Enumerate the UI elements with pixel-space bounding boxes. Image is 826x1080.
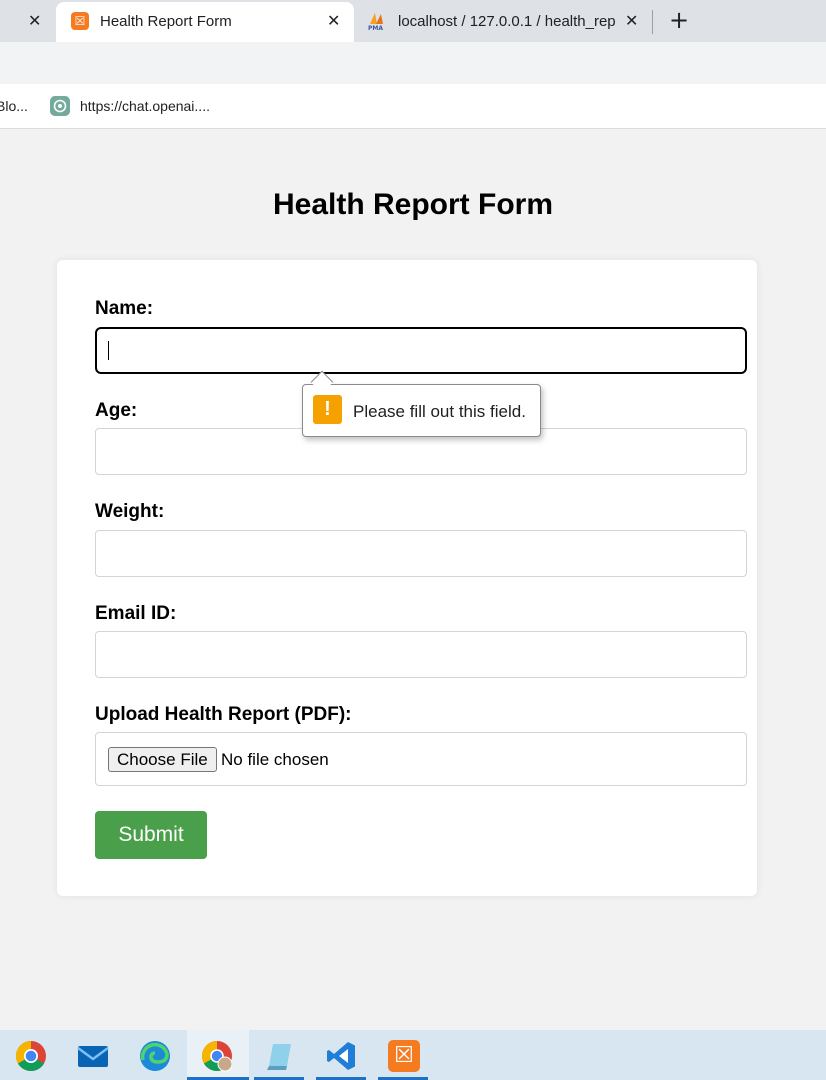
address-toolbar (0, 42, 826, 84)
bookmark-blog[interactable]: Blo... (0, 98, 28, 114)
file-status-text: No file chosen (221, 750, 329, 769)
email-input[interactable] (95, 631, 747, 678)
warning-icon: ! (313, 395, 342, 424)
tab-separator (652, 10, 653, 34)
close-tab-icon[interactable]: ✕ (327, 11, 340, 31)
bookmark-chatgpt[interactable]: https://chat.openai.... (80, 98, 210, 114)
upload-label: Upload Health Report (PDF): (95, 704, 352, 725)
tab-health-report-form[interactable]: ☒ Health Report Form ✕ (56, 2, 354, 42)
xampp-icon[interactable]: ☒ (388, 1040, 420, 1072)
tab-strip: ✕ ☒ Health Report Form ✕ PMA localhost /… (0, 0, 826, 42)
close-tab-icon[interactable]: ✕ (28, 11, 41, 31)
tab-title: Health Report Form (100, 13, 232, 30)
chatgpt-favicon-icon (50, 96, 70, 116)
name-label: Name: (95, 298, 154, 319)
file-upload-field[interactable]: Choose File No file chosen (95, 732, 747, 786)
weight-label: Weight: (95, 501, 165, 522)
chrome-profile-icon[interactable] (201, 1040, 233, 1072)
age-label: Age: (95, 400, 138, 421)
notepad-icon[interactable] (263, 1040, 295, 1072)
vscode-icon[interactable] (325, 1040, 357, 1072)
close-tab-icon[interactable]: ✕ (625, 11, 638, 31)
weight-input[interactable] (95, 530, 747, 577)
validation-tooltip: ! Please fill out this field. (302, 384, 541, 437)
validation-message: Please fill out this field. (353, 402, 526, 421)
mail-icon[interactable] (77, 1040, 109, 1072)
edge-icon[interactable] (139, 1040, 171, 1072)
chrome-icon[interactable] (15, 1040, 47, 1072)
email-label: Email ID: (95, 603, 177, 624)
phpmyadmin-favicon-icon: PMA (368, 13, 383, 31)
submit-button[interactable]: Submit (95, 811, 207, 859)
text-caret (108, 341, 109, 360)
svg-text:PMA: PMA (368, 25, 383, 31)
name-input[interactable] (95, 327, 747, 374)
new-tab-button[interactable]: + (669, 6, 689, 34)
tab-title[interactable]: localhost / 127.0.0.1 / health_repo (398, 13, 616, 30)
bookmarks-bar: Blo... https://chat.openai.... (0, 84, 826, 129)
page-title: Health Report Form (272, 188, 554, 221)
taskbar: ☒ (0, 1030, 826, 1080)
choose-file-button[interactable]: Choose File (108, 747, 217, 772)
xampp-favicon-icon: ☒ (71, 12, 89, 30)
